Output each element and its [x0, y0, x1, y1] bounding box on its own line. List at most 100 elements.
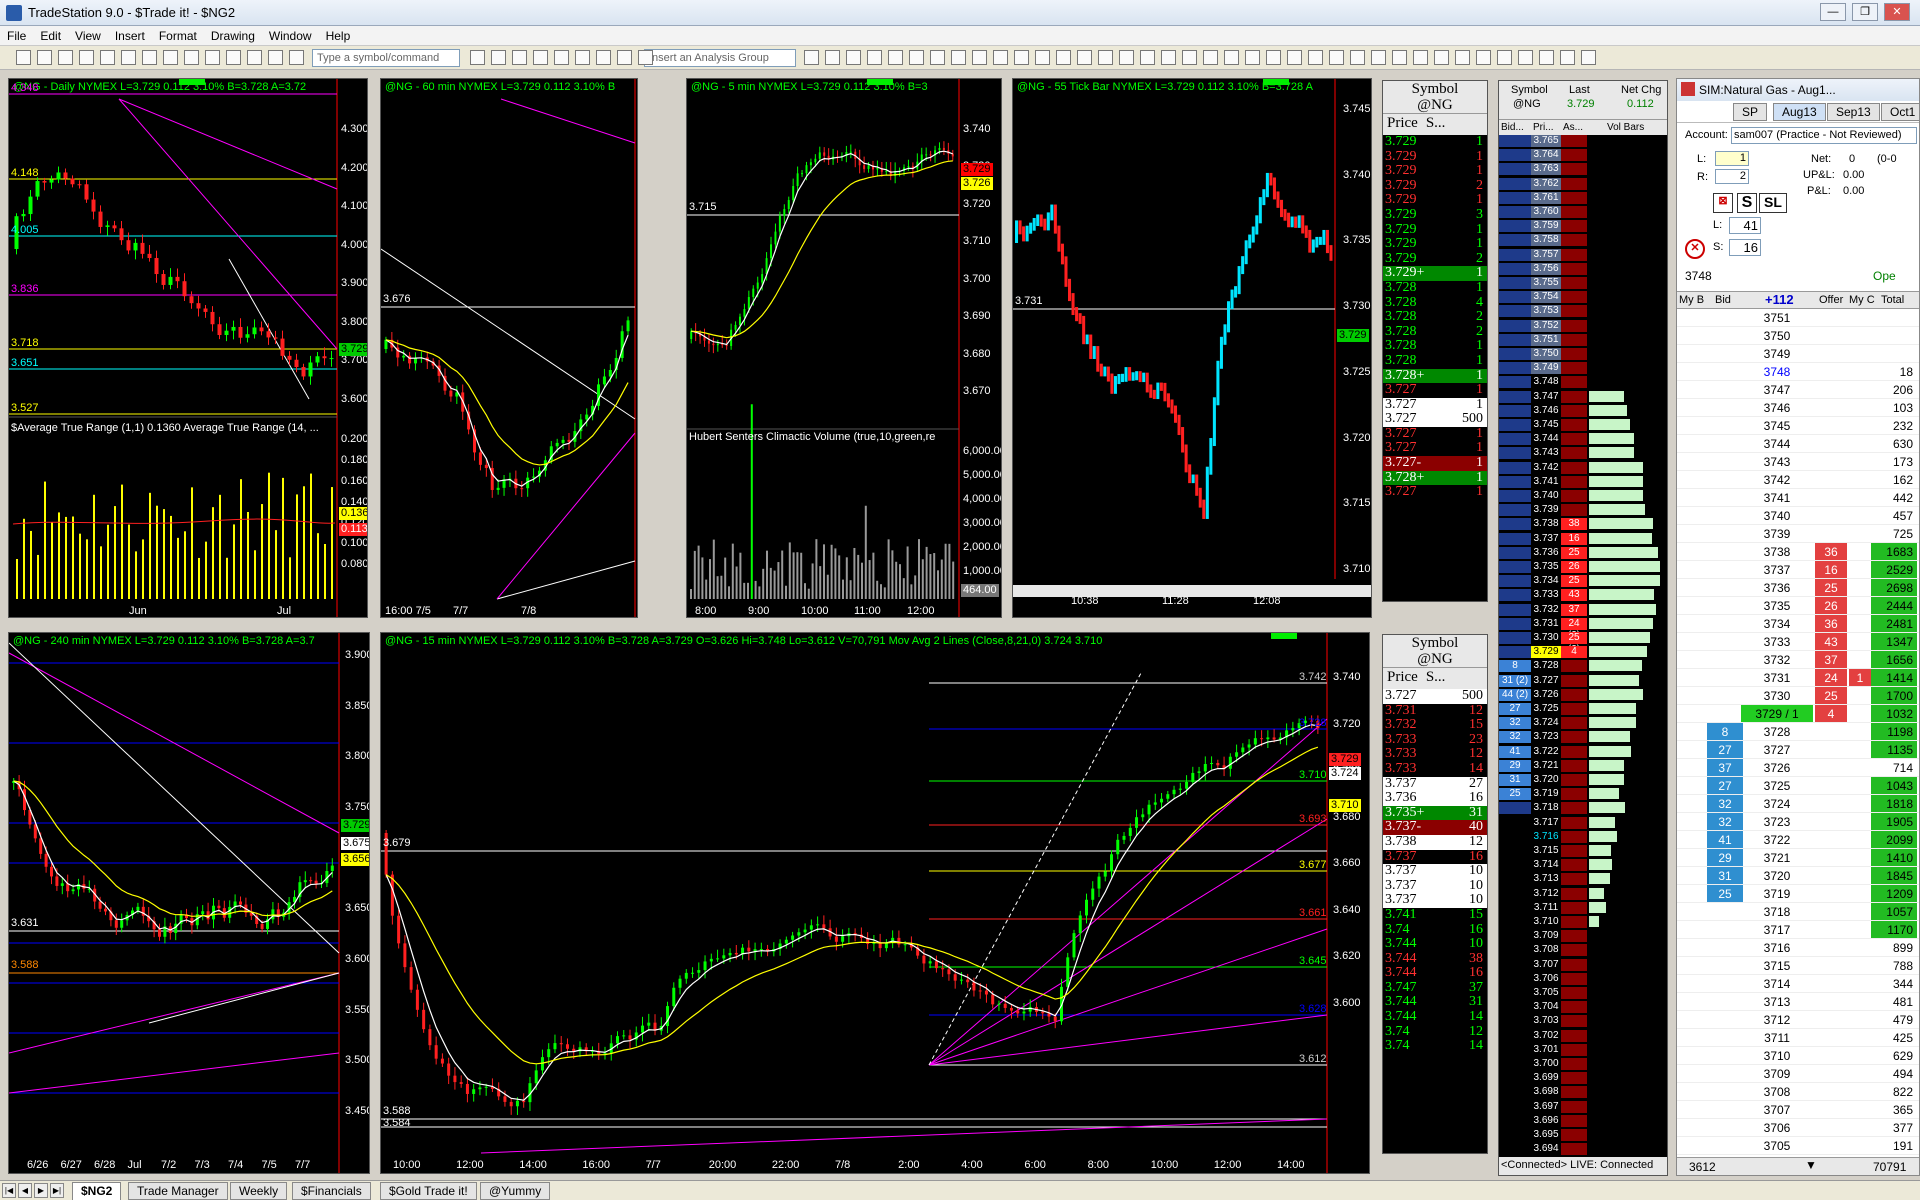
- ladder-row[interactable]: 3717 1170: [1677, 921, 1919, 939]
- toolbar-icon[interactable]: [100, 50, 115, 65]
- ladder-bid[interactable]: 29: [1707, 849, 1743, 866]
- ladder-my-offer[interactable]: [1849, 1065, 1871, 1082]
- tns-col-size[interactable]: S...: [1422, 668, 1450, 689]
- toolbar-icon[interactable]: [617, 50, 632, 65]
- ladder-bid[interactable]: [1707, 453, 1743, 470]
- toolbar-icon[interactable]: [1266, 50, 1281, 65]
- col-bid[interactable]: Bid...: [1501, 122, 1524, 133]
- ladder-row[interactable]: 3711 425: [1677, 1029, 1919, 1047]
- toolbar-icon[interactable]: [491, 50, 506, 65]
- ladder-my-offer[interactable]: [1849, 363, 1871, 380]
- sheet-tab-yummy[interactable]: @Yummy: [480, 1182, 551, 1200]
- ladder-offer[interactable]: 36: [1815, 615, 1847, 632]
- ladder-row[interactable]: 32 3723 1905: [1677, 813, 1919, 831]
- ladder-row[interactable]: 3708 822: [1677, 1083, 1919, 1101]
- tab-sep13[interactable]: Sep13: [1827, 103, 1880, 121]
- scroll-down-icon[interactable]: ▼: [1805, 1158, 1817, 1172]
- toolbar-icon[interactable]: [972, 50, 987, 65]
- ladder-row[interactable]: 3730 25 1700: [1677, 687, 1919, 705]
- ladder-my-offer[interactable]: [1849, 525, 1871, 542]
- toolbar-icon[interactable]: [142, 50, 157, 65]
- toolbar-icon[interactable]: [1056, 50, 1071, 65]
- tab-sp[interactable]: SP: [1733, 103, 1768, 121]
- ladder-my-offer[interactable]: [1849, 309, 1871, 326]
- toolbar-icon[interactable]: [1350, 50, 1365, 65]
- toolbar-icon[interactable]: [1224, 50, 1239, 65]
- ladder-bid[interactable]: [1707, 417, 1743, 434]
- ladder-row[interactable]: 3738 36 1683: [1677, 543, 1919, 561]
- col-ask[interactable]: As...: [1563, 122, 1583, 133]
- ladder-offer[interactable]: [1815, 813, 1847, 830]
- ladder-offer[interactable]: 16: [1815, 561, 1847, 578]
- ladder-row[interactable]: 3710 629: [1677, 1047, 1919, 1065]
- ladder-bid[interactable]: 32: [1707, 813, 1743, 830]
- ladder-row[interactable]: 3734 36 2481: [1677, 615, 1919, 633]
- toolbar-icon[interactable]: [16, 50, 31, 65]
- toolbar-icon[interactable]: [121, 50, 136, 65]
- ladder-row[interactable]: 27 3727 1135: [1677, 741, 1919, 759]
- ladder-row[interactable]: 3743 173: [1677, 453, 1919, 471]
- ladder-bid[interactable]: 31: [1707, 867, 1743, 884]
- col-last[interactable]: Last: [1569, 84, 1590, 96]
- ladder-row[interactable]: 3737 16 2529: [1677, 561, 1919, 579]
- ladder-row[interactable]: 3709 494: [1677, 1065, 1919, 1083]
- tns-col-price[interactable]: Price: [1383, 668, 1422, 689]
- ladder-offer[interactable]: [1815, 1029, 1847, 1046]
- ladder-bid[interactable]: [1707, 975, 1743, 992]
- l-input[interactable]: 1: [1715, 151, 1749, 166]
- ladder-bid[interactable]: [1707, 1083, 1743, 1100]
- ladder-row[interactable]: 25 3719 1209: [1677, 885, 1919, 903]
- ladder-my-offer[interactable]: [1849, 1119, 1871, 1136]
- toolbar-icon[interactable]: [268, 50, 283, 65]
- ladder-my-offer[interactable]: [1849, 381, 1871, 398]
- ladder-offer[interactable]: [1815, 1065, 1847, 1082]
- col-delta[interactable]: +112: [1765, 292, 1794, 307]
- ladder-offer[interactable]: [1815, 435, 1847, 452]
- ladder-row[interactable]: 3740 457: [1677, 507, 1919, 525]
- toolbar-icon[interactable]: [993, 50, 1008, 65]
- ladder-bid[interactable]: [1707, 939, 1743, 956]
- ladder-my-offer[interactable]: [1849, 813, 1871, 830]
- ladder-bid[interactable]: [1707, 345, 1743, 362]
- ladder-my-offer[interactable]: [1849, 975, 1871, 992]
- sheet-tab-ng2[interactable]: $NG2: [72, 1182, 122, 1200]
- ladder-bid[interactable]: [1707, 399, 1743, 416]
- ladder-row[interactable]: 3707 365: [1677, 1101, 1919, 1119]
- ladder-row[interactable]: 3744 630: [1677, 435, 1919, 453]
- tns-symbol[interactable]: @NG: [1383, 651, 1487, 667]
- chart-240min[interactable]: @NG - 240 min NYMEX L=3.729 0.112 3.10% …: [8, 632, 370, 1174]
- chart-60min[interactable]: @NG - 60 min NYMEX L=3.729 0.112 3.10% B…: [380, 78, 638, 618]
- ladder-my-offer[interactable]: [1849, 867, 1871, 884]
- ladder-offer[interactable]: [1815, 831, 1847, 848]
- toolbar-icon[interactable]: [1308, 50, 1323, 65]
- ladder-row[interactable]: 3705 191: [1677, 1137, 1919, 1155]
- ladder-bid[interactable]: [1707, 579, 1743, 596]
- chart-5min[interactable]: @NG - 5 min NYMEX L=3.729 0.112 3.10% B=…: [686, 78, 1002, 618]
- ladder-bid[interactable]: 32: [1707, 795, 1743, 812]
- col-price[interactable]: Pri...: [1533, 122, 1554, 133]
- account-select[interactable]: sam007 (Practice - Not Reviewed): [1731, 127, 1917, 144]
- ladder-my-offer[interactable]: 1: [1849, 669, 1871, 686]
- toolbar-icon[interactable]: [1140, 50, 1155, 65]
- ladder-bid[interactable]: [1707, 687, 1743, 704]
- toolbar-icon[interactable]: [512, 50, 527, 65]
- toolbar-icon[interactable]: [888, 50, 903, 65]
- ladder-my-offer[interactable]: [1849, 579, 1871, 596]
- toolbar-icon[interactable]: [596, 50, 611, 65]
- ladder-offer[interactable]: [1815, 993, 1847, 1010]
- ladder-my-offer[interactable]: [1849, 1011, 1871, 1028]
- ladder-my-offer[interactable]: [1849, 885, 1871, 902]
- toolbar-icon[interactable]: [247, 50, 262, 65]
- col-bid[interactable]: Bid: [1715, 294, 1731, 306]
- ladder-row[interactable]: 3712 479: [1677, 1011, 1919, 1029]
- toolbar-icon[interactable]: [1182, 50, 1197, 65]
- ladder-my-offer[interactable]: [1849, 615, 1871, 632]
- ladder-row[interactable]: 3751: [1677, 309, 1919, 327]
- toolbar-icon[interactable]: [289, 50, 304, 65]
- col-volbars[interactable]: Vol Bars: [1607, 122, 1644, 133]
- ladder-my-offer[interactable]: [1849, 399, 1871, 416]
- ladder-my-offer[interactable]: [1849, 597, 1871, 614]
- toolbar-icon[interactable]: [1245, 50, 1260, 65]
- ladder-my-offer[interactable]: [1849, 939, 1871, 956]
- ladder-offer[interactable]: [1815, 1047, 1847, 1064]
